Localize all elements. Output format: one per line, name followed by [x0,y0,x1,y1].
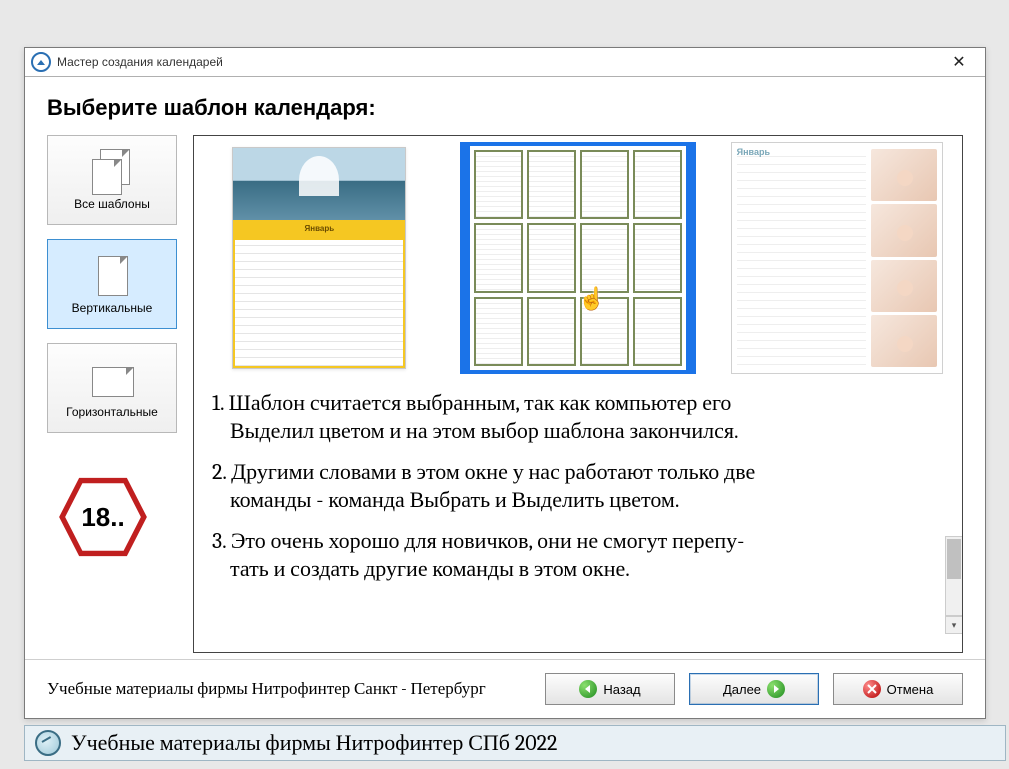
template-3-month [737,149,866,367]
scroll-down-icon[interactable]: ▾ [945,616,963,634]
category-all-templates[interactable]: Все шаблоны [47,135,177,225]
clock-icon [35,730,61,756]
explain-line: 3. Это очень хорошо для новичков, они не… [212,528,744,554]
cancel-button[interactable]: Отмена [833,673,963,705]
back-label: Назад [603,682,640,697]
template-thumb-2-selected[interactable]: ☝ [460,142,696,374]
template-gallery: Январь ☝ [193,135,963,653]
category-label: Все шаблоны [74,197,150,211]
status-text: Учебные материалы фирмы Нитрофинтер СПб … [71,730,557,756]
explain-line: Выделил цветом и на этом выбор шаблона з… [212,418,944,446]
titlebar: Мастер создания календарей ✕ [25,48,985,77]
explain-line: 1. Шаблон считается выбранным, так как к… [212,390,731,416]
explain-line: команды - команда Выбрать и Выделить цве… [212,487,944,515]
category-sidebar: Все шаблоны Вертикальные Горизонтальные [47,135,177,653]
gallery-scrollbar[interactable]: ▾ [945,536,961,636]
template-thumb-1[interactable]: Январь [209,142,429,374]
cancel-label: Отмена [887,682,934,697]
cancel-icon [863,680,881,698]
explanation-text: 1. Шаблон считается выбранным, так как к… [204,380,952,583]
next-label: Далее [723,682,761,697]
footer-text: Учебные материалы фирмы Нитрофинтер Санк… [47,679,486,699]
page-landscape-icon [92,357,132,401]
window-title: Мастер создания календарей [57,55,223,69]
wizard-footer: Учебные материалы фирмы Нитрофинтер Санк… [25,659,985,718]
category-horizontal[interactable]: Горизонтальные [47,343,177,433]
page-heading: Выберите шаблон календаря: [47,95,963,121]
wizard-dialog: Мастер создания календарей ✕ Выберите ша… [24,47,986,719]
back-button[interactable]: Назад [545,673,675,705]
explain-line: тать и создать другие команды в этом окн… [212,556,944,584]
explain-line: 2. Другими словами в этом окне у нас раб… [212,459,755,485]
close-icon[interactable]: ✕ [939,51,979,73]
step-badge: 18.. [57,477,149,557]
arrow-right-icon [767,680,785,698]
category-label: Горизонтальные [66,405,158,419]
arrow-left-icon [579,680,597,698]
template-1-month: Январь [233,220,405,238]
page-portrait-icon [92,253,132,297]
template-thumb-3[interactable] [727,142,947,374]
category-label: Вертикальные [72,301,153,315]
step-number: 18.. [57,477,149,557]
app-icon [31,52,51,72]
pages-icon [92,149,132,193]
next-button[interactable]: Далее [689,673,819,705]
taskbar-caption: Учебные материалы фирмы Нитрофинтер СПб … [24,725,1006,761]
category-vertical[interactable]: Вертикальные [47,239,177,329]
